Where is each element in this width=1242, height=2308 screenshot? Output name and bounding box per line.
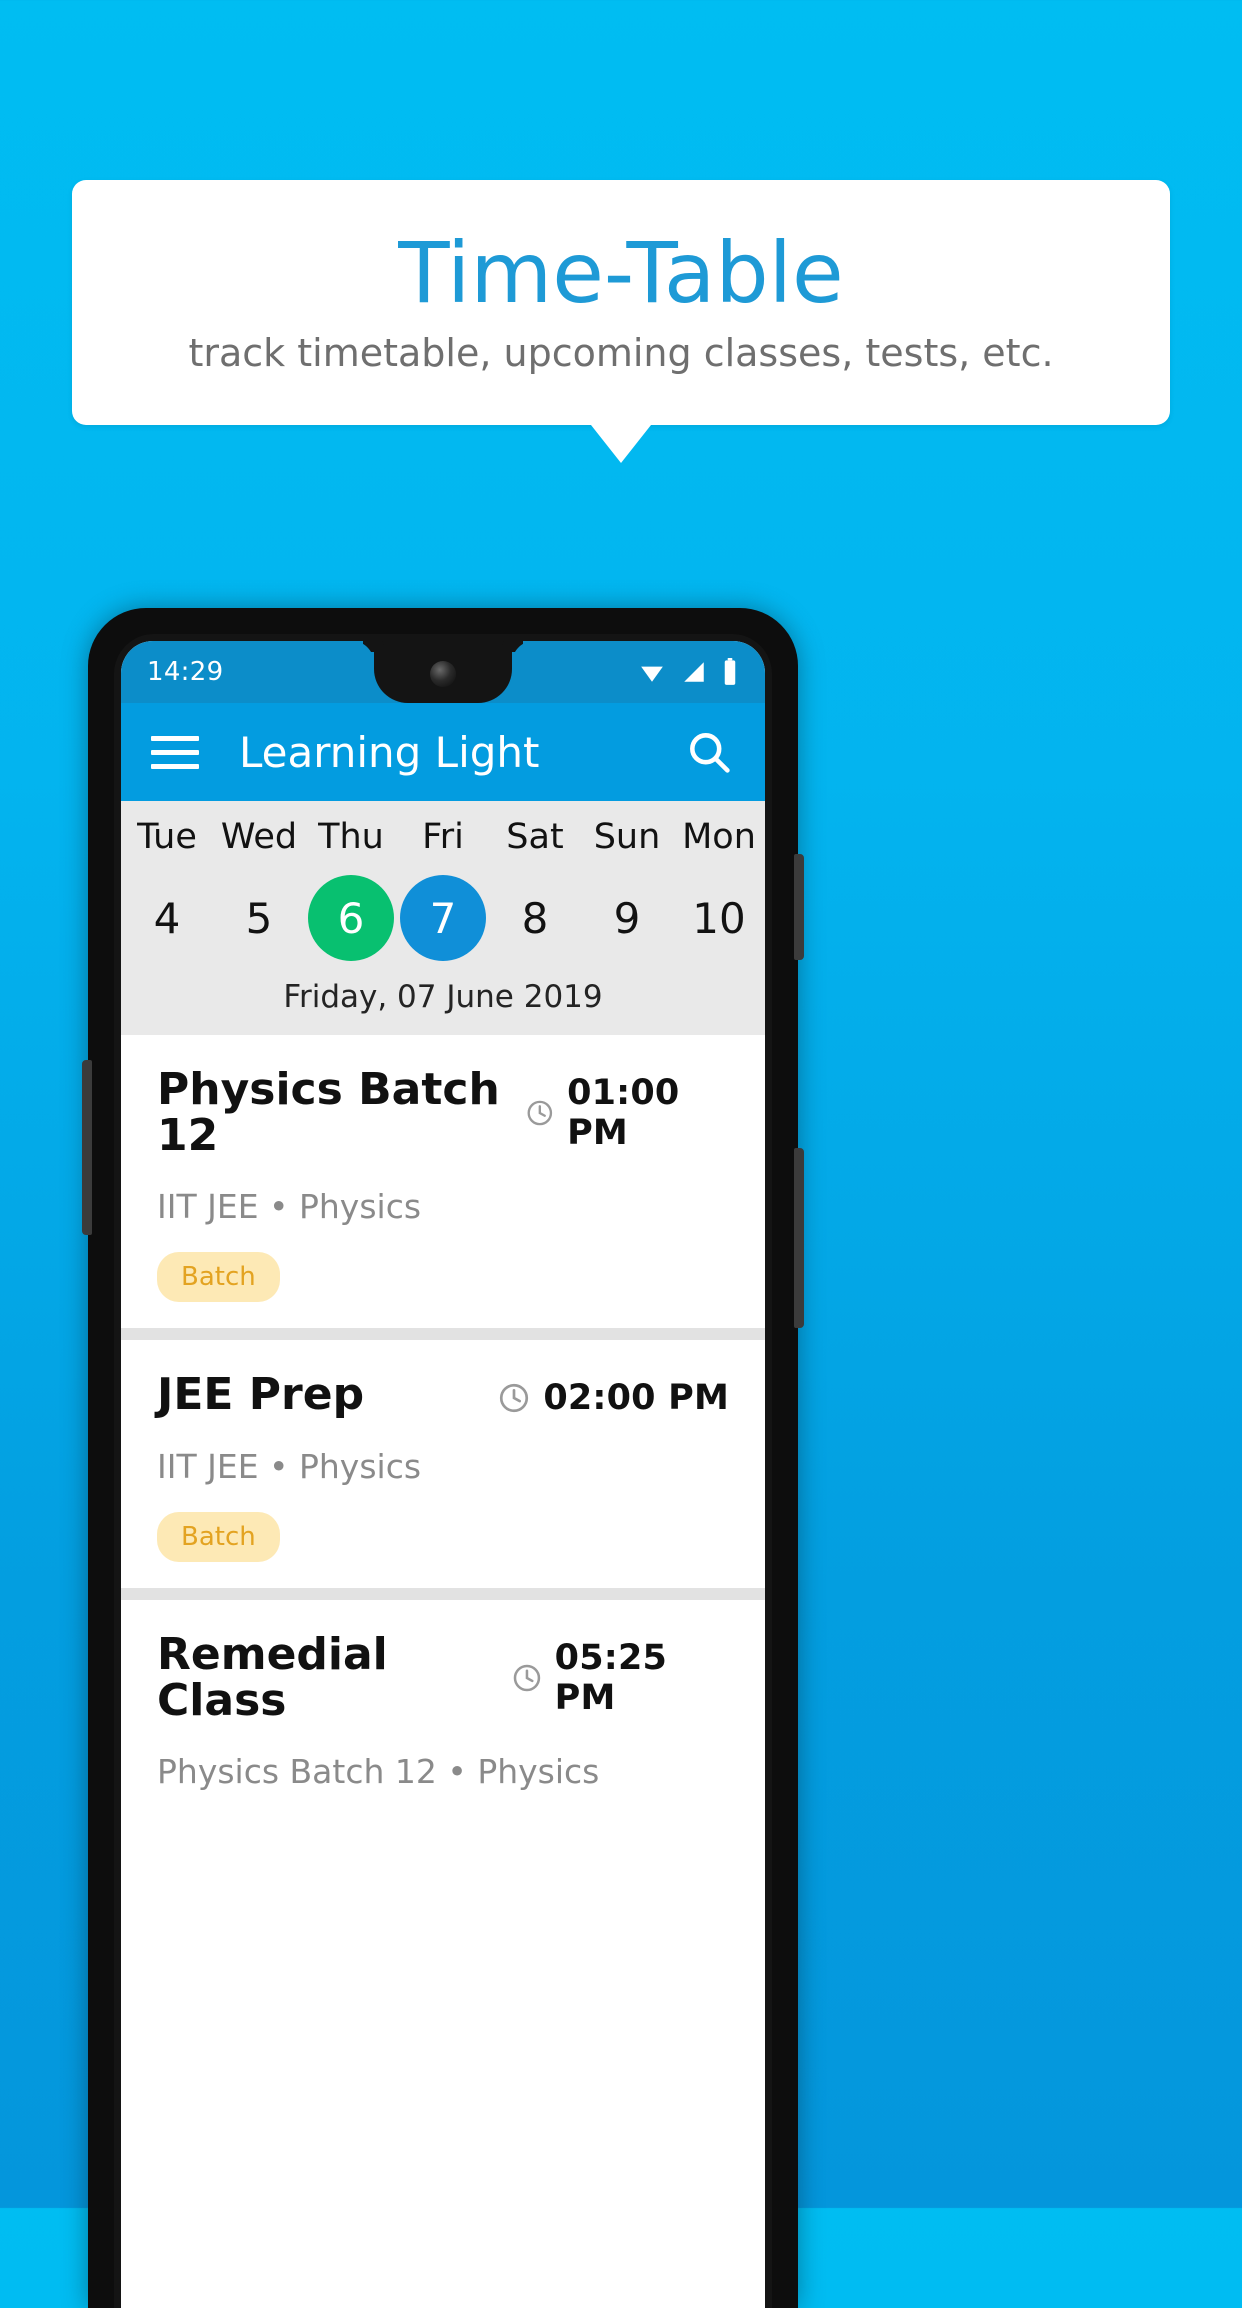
date-day-fri[interactable]: Fri 7 [397,817,489,961]
event-time: 05:25 PM [554,1637,668,1718]
date-day-sat[interactable]: Sat 8 [489,817,581,961]
event-card[interactable]: JEE Prep 02:00 PM IIT JEE • Physics Batc… [121,1340,765,1588]
day-number: 6 [337,893,365,943]
page-subtitle: track timetable, upcoming classes, tests… [188,330,1054,375]
date-days-row: Tue 4 Wed 5 Thu 6 Fri 7 Sat 8 Sun 9 Mon … [121,817,765,961]
event-title: Remedial Class [157,1628,388,1726]
power-button[interactable] [794,854,804,960]
day-number: 8 [521,893,549,943]
event-time: 01:00 PM [567,1073,680,1153]
status-clock: 14:29 [147,657,224,687]
volume-button[interactable] [794,1148,804,1328]
event-title: JEE Prep [157,1369,365,1421]
status-bar: 14:29 [121,641,765,703]
day-name: Mon [682,817,756,857]
page-title: Time-Table [398,223,844,322]
date-day-thu[interactable]: Thu 6 [305,817,397,961]
event-subtitle: Physics Batch 12 • Physics [157,1751,600,1791]
date-day-tue[interactable]: Tue 4 [121,817,213,961]
front-camera [430,661,456,687]
event-header: JEE Prep 02:00 PM [157,1369,729,1421]
day-number: 7 [429,893,457,943]
date-day-wed[interactable]: Wed 5 [213,817,305,961]
phone-mockup: 14:29 Learning Light Tue 4 Wed 5 Thu 6 F… [82,608,804,2308]
event-subtitle: IIT JEE • Physics [157,1187,422,1227]
tooltip-arrow [591,425,651,463]
assistant-button[interactable] [82,1060,92,1235]
clock-icon [500,1384,529,1413]
event-card[interactable]: Remedial Class 05:25 PM Physics Batch 12… [121,1599,765,1817]
day-number: 5 [245,893,273,943]
event-time-group: 05:25 PM [511,1632,729,1718]
day-number-circle: 5 [216,875,302,961]
signal-icon [684,662,704,682]
battery-icon [724,658,736,685]
day-number-circle: 8 [492,875,578,961]
clock-icon [513,1664,540,1691]
event-header: Remedial Class 05:25 PM [157,1628,729,1726]
app-title: Learning Light [239,727,540,777]
phone-screen: 14:29 Learning Light Tue 4 Wed 5 Thu 6 F… [121,641,765,2308]
header-card: Time-Table track timetable, upcoming cla… [72,180,1170,425]
event-list: Physics Batch 12 01:00 PM IIT JEE • Phys… [121,1035,765,1817]
day-name: Sat [506,817,564,857]
clock-icon [527,1100,553,1126]
day-number-circle: 7 [400,875,486,961]
wifi-icon [641,666,663,682]
status-icons [637,658,739,686]
hamburger-menu-icon[interactable] [151,735,199,769]
event-time-group: 02:00 PM [497,1372,729,1418]
day-number-circle: 4 [124,875,210,961]
day-name: Tue [137,817,197,857]
day-name: Wed [220,817,298,857]
date-day-mon[interactable]: Mon 10 [673,817,765,961]
event-subtitle: IIT JEE • Physics [157,1446,422,1486]
day-number: 10 [692,893,746,943]
day-number-circle: 6 [308,875,394,961]
day-name: Thu [318,817,384,857]
day-number: 9 [613,893,641,943]
selected-date-label: Friday, 07 June 2019 [283,979,603,1015]
event-time-group: 01:00 PM [525,1067,729,1153]
event-badge: Batch [157,1511,280,1562]
event-time: 02:00 PM [543,1378,729,1419]
date-strip: Tue 4 Wed 5 Thu 6 Fri 7 Sat 8 Sun 9 Mon … [121,801,765,1035]
day-number-circle: 9 [584,875,670,961]
event-title: Physics Batch 12 [157,1064,500,1162]
date-day-sun[interactable]: Sun 9 [581,817,673,961]
search-icon[interactable] [683,726,735,778]
day-name: Fri [422,817,464,857]
event-badge: Batch [157,1252,280,1303]
event-card[interactable]: Physics Batch 12 01:00 PM IIT JEE • Phys… [121,1035,765,1329]
day-number: 4 [153,893,181,943]
day-name: Sun [593,817,661,857]
app-bar: Learning Light [121,703,765,801]
day-number-circle: 10 [676,875,762,961]
event-header: Physics Batch 12 01:00 PM [157,1064,729,1162]
